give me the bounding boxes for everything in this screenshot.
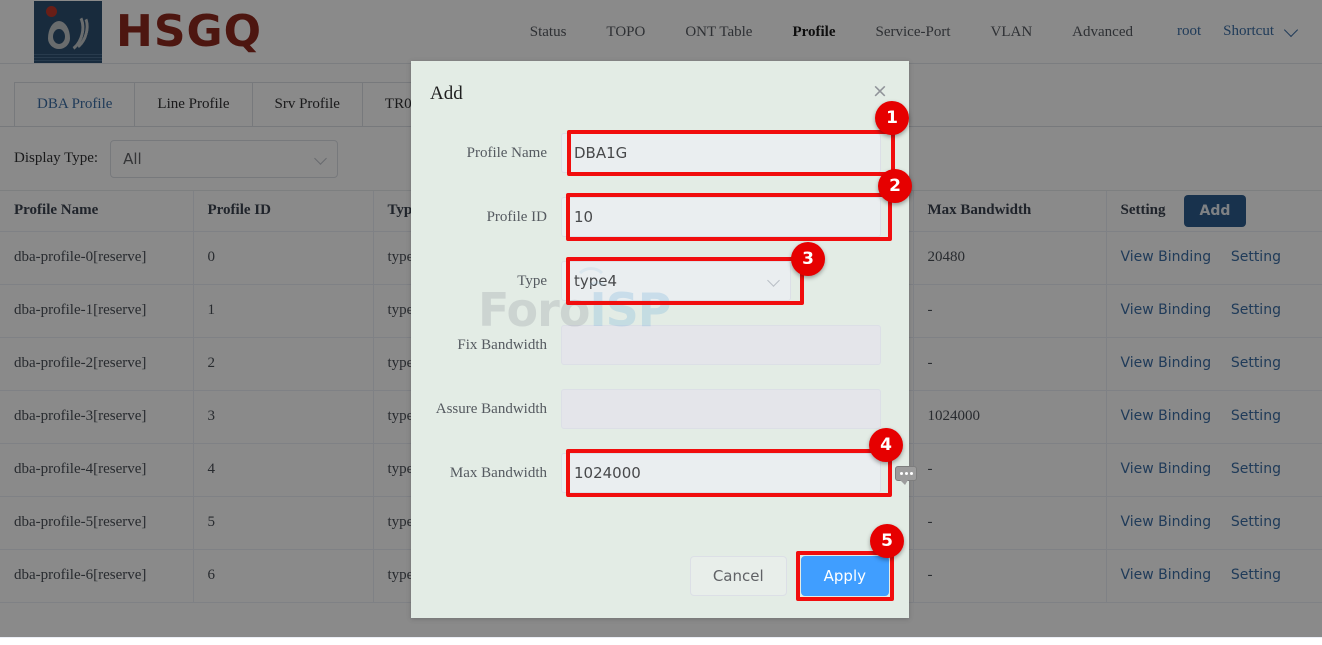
type-label: Type bbox=[517, 272, 547, 289]
step-badge-2: 2 bbox=[878, 169, 912, 203]
max-bandwidth-value: 1024000 bbox=[574, 464, 641, 482]
assure-bandwidth-label: Assure Bandwidth bbox=[435, 400, 547, 417]
step-badge-4: 4 bbox=[869, 428, 903, 462]
step-badge-3: 3 bbox=[791, 242, 825, 276]
cancel-button[interactable]: Cancel bbox=[689, 556, 787, 596]
modal-footer: Cancel Apply bbox=[689, 551, 894, 601]
apply-button[interactable]: Apply bbox=[800, 556, 889, 596]
profile-id-label: Profile ID bbox=[486, 208, 547, 225]
fix-bandwidth-input[interactable] bbox=[561, 325, 881, 365]
profile-name-label: Profile Name bbox=[466, 144, 547, 161]
form-row-profile-id: Profile ID 10 bbox=[411, 193, 909, 241]
close-icon[interactable]: × bbox=[871, 82, 889, 101]
type-value: type4 bbox=[574, 272, 618, 290]
form-row-type: Type type4 bbox=[411, 257, 909, 305]
chevron-down-icon bbox=[767, 274, 780, 287]
profile-id-value: 10 bbox=[574, 208, 594, 226]
type-select[interactable]: type4 bbox=[561, 261, 791, 301]
modal-title: Add bbox=[430, 83, 463, 104]
apply-button-wrap: Apply bbox=[795, 551, 894, 601]
fix-bandwidth-label: Fix Bandwidth bbox=[457, 336, 547, 353]
profile-name-input[interactable]: DBA1G bbox=[561, 133, 881, 173]
step-badge-1: 1 bbox=[875, 101, 909, 135]
add-dba-profile-modal: Add × ForoISP Profile Name DBA1G Profile… bbox=[411, 61, 909, 618]
form-row-assure-bandwidth: Assure Bandwidth bbox=[411, 389, 909, 429]
profile-id-input[interactable]: 10 bbox=[561, 197, 881, 237]
form-row-fix-bandwidth: Fix Bandwidth bbox=[411, 325, 909, 365]
max-bandwidth-input[interactable]: 1024000 bbox=[561, 453, 881, 493]
max-bandwidth-label: Max Bandwidth bbox=[449, 464, 547, 481]
assure-bandwidth-input[interactable] bbox=[561, 389, 881, 429]
tooltip-bubble-icon bbox=[895, 466, 917, 485]
profile-name-value: DBA1G bbox=[574, 144, 628, 162]
page-bottom-edge bbox=[0, 637, 1322, 645]
step-badge-5: 5 bbox=[870, 524, 904, 558]
add-profile-form: Profile Name DBA1G Profile ID 10 Type ty… bbox=[411, 105, 909, 497]
form-row-profile-name: Profile Name DBA1G bbox=[411, 130, 909, 176]
form-row-max-bandwidth: Max Bandwidth 1024000 bbox=[411, 449, 909, 497]
